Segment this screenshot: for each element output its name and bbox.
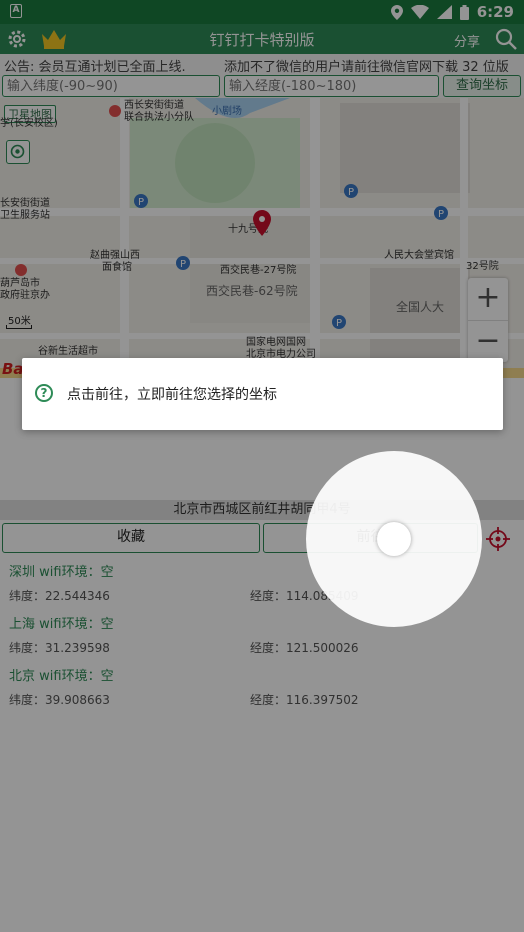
hint-message: 点击前往，立即前往您选择的坐标 <box>67 387 277 403</box>
hint-dialog: ? 点击前往，立即前往您选择的坐标 <box>22 358 503 430</box>
question-icon: ? <box>35 384 53 402</box>
touch-ripple <box>306 451 482 627</box>
modal-overlay[interactable] <box>0 0 524 932</box>
touch-point <box>377 522 411 556</box>
